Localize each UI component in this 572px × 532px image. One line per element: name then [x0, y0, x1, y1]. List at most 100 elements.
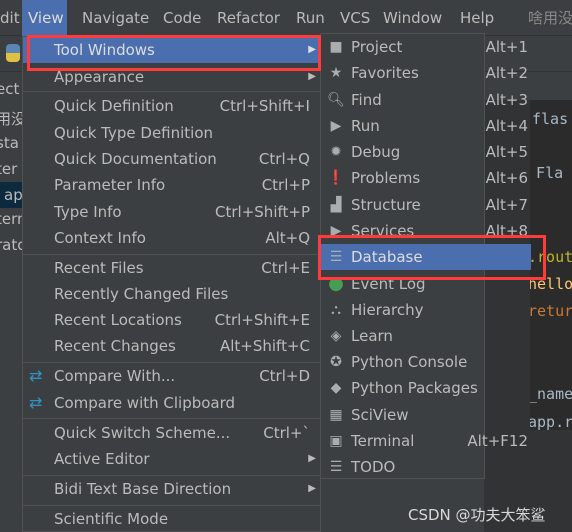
- shortcut: Alt+5: [485, 143, 528, 161]
- menu-item-type-info[interactable]: Type Info Ctrl+Shift+P: [23, 199, 320, 225]
- item-label: Python Packages: [351, 379, 478, 397]
- shortcut: Alt+F12: [467, 432, 528, 450]
- todo-icon: ☰: [329, 459, 343, 475]
- tool-window-todo[interactable]: ☰ TODO: [321, 454, 484, 480]
- menu-item-quick-definition[interactable]: Quick Definition Ctrl+Shift+I: [23, 93, 320, 119]
- menu-vcs[interactable]: VCS: [334, 0, 376, 36]
- item-label: Hierarchy: [351, 301, 424, 319]
- menu-refactor[interactable]: Refactor: [211, 0, 286, 36]
- tree-item[interactable]: sta: [0, 134, 19, 152]
- menu-item-recently-changed-files[interactable]: Recently Changed Files: [23, 281, 320, 307]
- menu-item-parameter-info[interactable]: Parameter Info Ctrl+P: [23, 172, 320, 198]
- menu-item-appearance[interactable]: Appearance ▶: [23, 64, 320, 90]
- shortcut: Ctrl+P: [261, 176, 310, 194]
- tree-item[interactable]: ter: [0, 160, 17, 178]
- shortcut: Alt+4: [485, 117, 528, 135]
- code-line: = Fla: [530, 164, 564, 182]
- menu-item-label: Quick Definition: [54, 97, 174, 115]
- item-label: Python Console: [351, 353, 468, 371]
- menu-run[interactable]: Run: [290, 0, 331, 36]
- menu-item-quick-switch-scheme[interactable]: Quick Switch Scheme... Ctrl+`: [23, 420, 320, 446]
- tool-window-run[interactable]: ▶ Run Alt+4: [321, 113, 528, 139]
- tool-window-debug[interactable]: ✹ Debug Alt+5: [321, 139, 528, 165]
- menu-item-active-editor[interactable]: Active Editor ▶: [23, 446, 320, 472]
- menu-item-label: Quick Documentation: [54, 150, 217, 168]
- tool-window-structure[interactable]: ▟ Structure Alt+7: [321, 192, 528, 218]
- compare-clipboard-icon: ⇄: [29, 393, 43, 412]
- menu-window[interactable]: Window: [377, 0, 448, 36]
- watermark: CSDN @功夫大笨鲨: [408, 506, 546, 524]
- shortcut: Ctrl+E: [261, 259, 310, 277]
- submenu-arrow-icon: ▶: [308, 44, 316, 55]
- code-line: flas: [532, 110, 569, 128]
- python-run-config-icon[interactable]: [6, 44, 20, 62]
- tool-window-python-packages[interactable]: ◆ Python Packages: [321, 375, 484, 401]
- shortcut: Alt+1: [485, 38, 528, 56]
- menu-item-compare-with[interactable]: ⇄ Compare With... Ctrl+D: [23, 363, 320, 389]
- item-label: Favorites: [351, 64, 419, 82]
- tool-window-terminal[interactable]: ▣ Terminal Alt+F12: [321, 428, 528, 454]
- code-line: app.r: [530, 413, 572, 430]
- terminal-icon: ▣: [329, 433, 343, 449]
- shortcut: Alt+Shift+C: [219, 337, 310, 355]
- hierarchy-icon: ⛬: [331, 302, 341, 318]
- shortcut: Ctrl+Q: [258, 150, 310, 168]
- tree-item[interactable]: rato: [0, 236, 22, 254]
- menu-item-recent-locations[interactable]: Recent Locations Ctrl+Shift+E: [23, 307, 320, 333]
- menu-code[interactable]: Code: [157, 0, 207, 36]
- shortcut: Alt+6: [485, 169, 528, 187]
- menu-view[interactable]: View: [22, 0, 67, 36]
- separator: [23, 418, 320, 419]
- menu-item-label: Quick Switch Scheme...: [54, 424, 231, 442]
- shortcut: Alt+7: [485, 196, 528, 214]
- menu-item-context-info[interactable]: Context Info Alt+Q: [23, 225, 320, 251]
- menu-item-recent-changes[interactable]: Recent Changes Alt+Shift+C: [23, 333, 320, 359]
- item-label: Database: [351, 248, 423, 266]
- menu-item-quick-documentation[interactable]: Quick Documentation Ctrl+Q: [23, 146, 320, 172]
- menu-item-compare-with-clipboard[interactable]: ⇄ Compare with Clipboard: [23, 390, 320, 416]
- item-label: Structure: [351, 196, 421, 214]
- tree-item[interactable]: tern: [0, 210, 22, 228]
- tool-window-services[interactable]: ▶ Services Alt+8: [321, 218, 528, 244]
- menu-item-bidi-text-base-direction[interactable]: Bidi Text Base Direction ▶: [23, 476, 320, 502]
- tool-window-event-log[interactable]: ● Event Log: [321, 271, 484, 297]
- tree-item[interactable]: 用没: [0, 108, 22, 129]
- tree-item-selected[interactable]: ap: [0, 182, 22, 208]
- item-label: Learn: [351, 327, 393, 345]
- item-label: Find: [351, 91, 382, 109]
- code-line: retur: [530, 302, 572, 320]
- sciview-icon: ▦: [329, 407, 343, 423]
- item-label: Services: [351, 222, 415, 240]
- tool-window-problems[interactable]: ❗ Problems Alt+6: [321, 165, 528, 191]
- code-line: hello: [530, 275, 572, 293]
- menu-navigate[interactable]: Navigate: [76, 0, 155, 36]
- tool-window-favorites[interactable]: ★ Favorites Alt+2: [321, 60, 528, 86]
- menu-item-quick-type-definition[interactable]: Quick Type Definition: [23, 120, 320, 146]
- tool-windows-submenu: ■ Project Alt+1 ★ Favorites Alt+2 🔍︎ Find Alt+…: [320, 33, 531, 480]
- tool-window-hierarchy[interactable]: ⛬ Hierarchy: [321, 297, 484, 323]
- tool-window-learn[interactable]: ◈ Learn: [321, 323, 484, 349]
- tool-window-find[interactable]: 🔍︎ Find Alt+3: [321, 87, 528, 113]
- project-tab-label[interactable]: ect: [0, 80, 19, 98]
- shortcut: Alt+3: [485, 91, 528, 109]
- item-label: TODO: [351, 458, 396, 476]
- menu-item-tool-windows[interactable]: Tool Windows ▶: [23, 37, 320, 63]
- tool-window-database[interactable]: ☰ Database: [321, 244, 531, 270]
- menu-item-label: Type Info: [54, 203, 122, 221]
- menu-item-recent-files[interactable]: Recent Files Ctrl+E: [23, 255, 320, 281]
- shortcut: Ctrl+`: [263, 424, 310, 442]
- structure-icon: ▟: [330, 197, 342, 213]
- menu-item-label: Compare with Clipboard: [54, 394, 236, 412]
- submenu-arrow-icon: ▶: [308, 483, 316, 494]
- project-panel: ect 用没 sta ter ap tern rato: [0, 72, 22, 532]
- star-icon: ★: [329, 65, 343, 81]
- search-icon: 🔍︎: [327, 92, 345, 108]
- menu-item-label: Parameter Info: [54, 176, 166, 194]
- code-editor[interactable]: flas = Fla .rout hello retur _name app.r: [530, 100, 572, 430]
- tool-window-project[interactable]: ■ Project Alt+1: [321, 34, 528, 60]
- menu-help[interactable]: Help: [454, 0, 500, 36]
- menu-item-scientific-mode[interactable]: Scientific Mode: [23, 506, 320, 532]
- tool-window-python-console[interactable]: ✪ Python Console: [321, 349, 484, 375]
- services-icon: ▶: [330, 223, 342, 239]
- tool-window-sciview[interactable]: ▦ SciView: [321, 402, 484, 428]
